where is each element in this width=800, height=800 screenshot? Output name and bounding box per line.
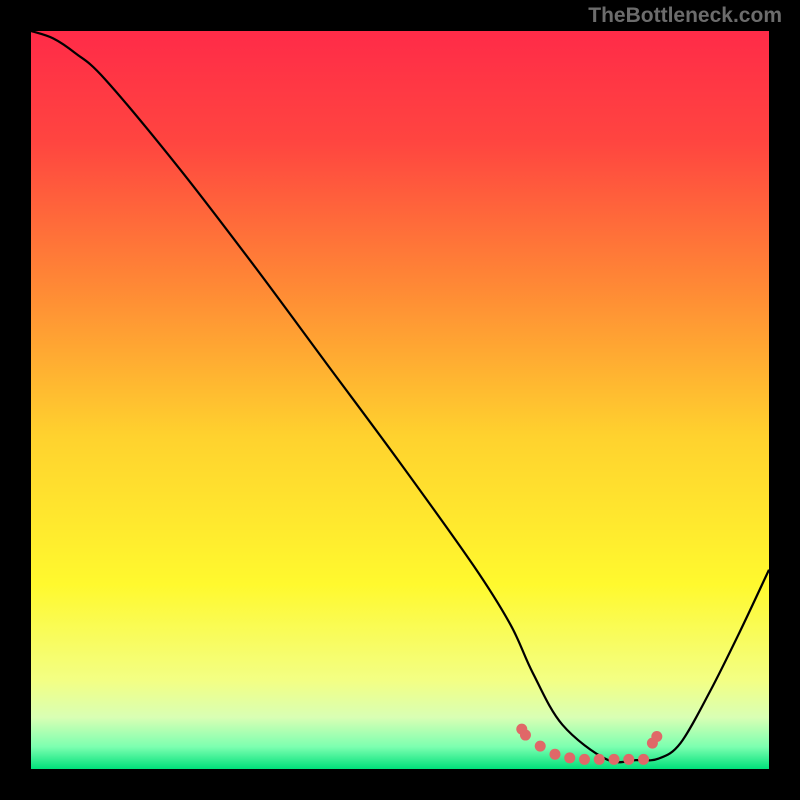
highlight-marker <box>549 749 560 760</box>
chart <box>31 31 769 769</box>
highlight-marker <box>623 754 634 765</box>
highlight-marker <box>564 752 575 763</box>
watermark: TheBottleneck.com <box>588 4 782 28</box>
chart-background <box>31 31 769 769</box>
highlight-marker <box>579 754 590 765</box>
highlight-marker <box>535 741 546 752</box>
highlight-marker <box>594 754 605 765</box>
highlight-marker <box>609 754 620 765</box>
chart-svg <box>31 31 769 769</box>
highlight-marker <box>638 754 649 765</box>
highlight-marker <box>520 730 531 741</box>
highlight-marker <box>651 731 662 742</box>
